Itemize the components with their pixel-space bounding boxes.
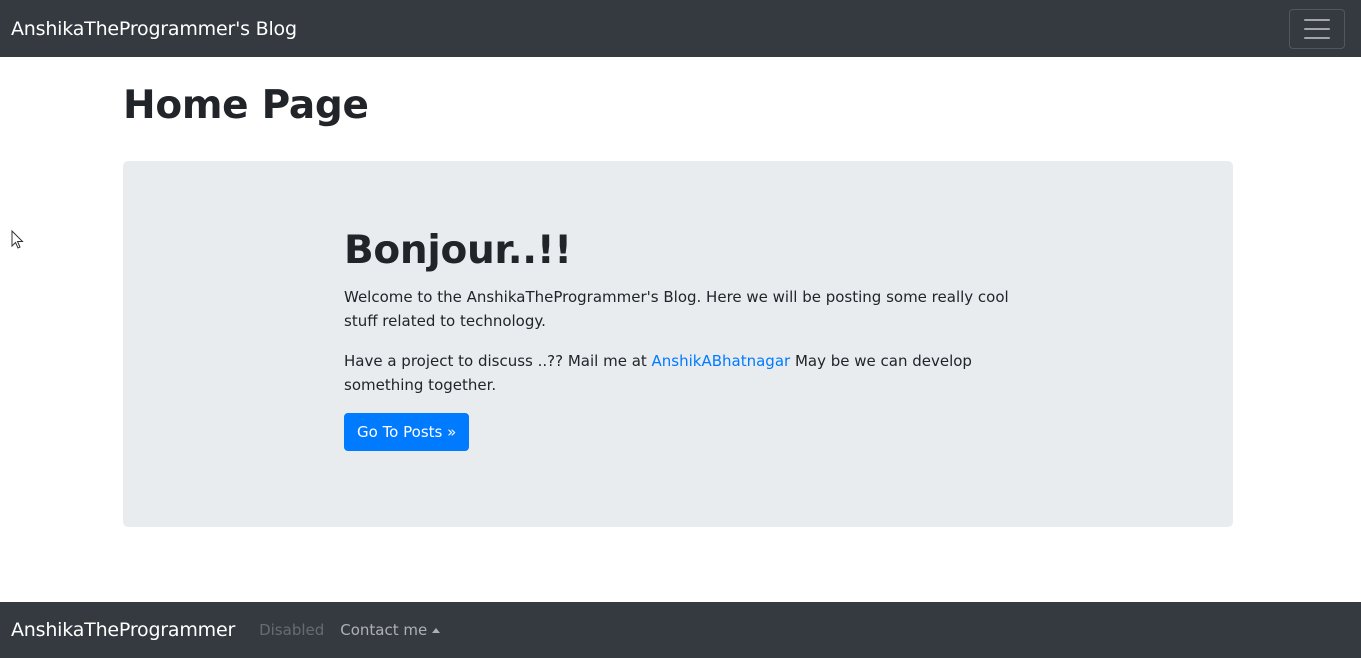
contact-dropdown[interactable]: Contact me [340,621,441,639]
intro-text: Welcome to the AnshikaTheProgrammer's Bl… [344,288,1009,330]
top-navbar: AnshikaTheProgrammer's Blog [0,0,1361,57]
page-title: Home Page [123,83,369,128]
jumbotron-heading: Bonjour..!! [344,228,572,273]
mail-link[interactable]: AnshikABhatnagar [652,352,791,370]
navbar-brand[interactable]: AnshikaTheProgrammer's Blog [11,18,297,40]
navbar-toggler-button[interactable] [1289,9,1345,49]
contact-prefix: Have a project to discuss ..?? Mail me a… [344,352,652,370]
footer-brand[interactable]: AnshikaTheProgrammer [11,619,235,641]
caret-up-icon [432,627,441,633]
jumbotron: Bonjour..!! Welcome to the AnshikaThePro… [123,161,1233,527]
jumbotron-content: Bonjour..!! Welcome to the AnshikaThePro… [344,227,1034,451]
go-to-posts-button[interactable]: Go To Posts » [344,413,470,451]
bottom-navbar: AnshikaTheProgrammer Disabled Contact me [0,602,1361,658]
hamburger-icon [1304,19,1330,21]
mouse-cursor-icon [11,230,24,249]
disabled-link: Disabled [259,621,325,639]
contact-label: Contact me [340,621,428,639]
contact-text: Have a project to discuss ..?? Mail me a… [344,349,1034,397]
